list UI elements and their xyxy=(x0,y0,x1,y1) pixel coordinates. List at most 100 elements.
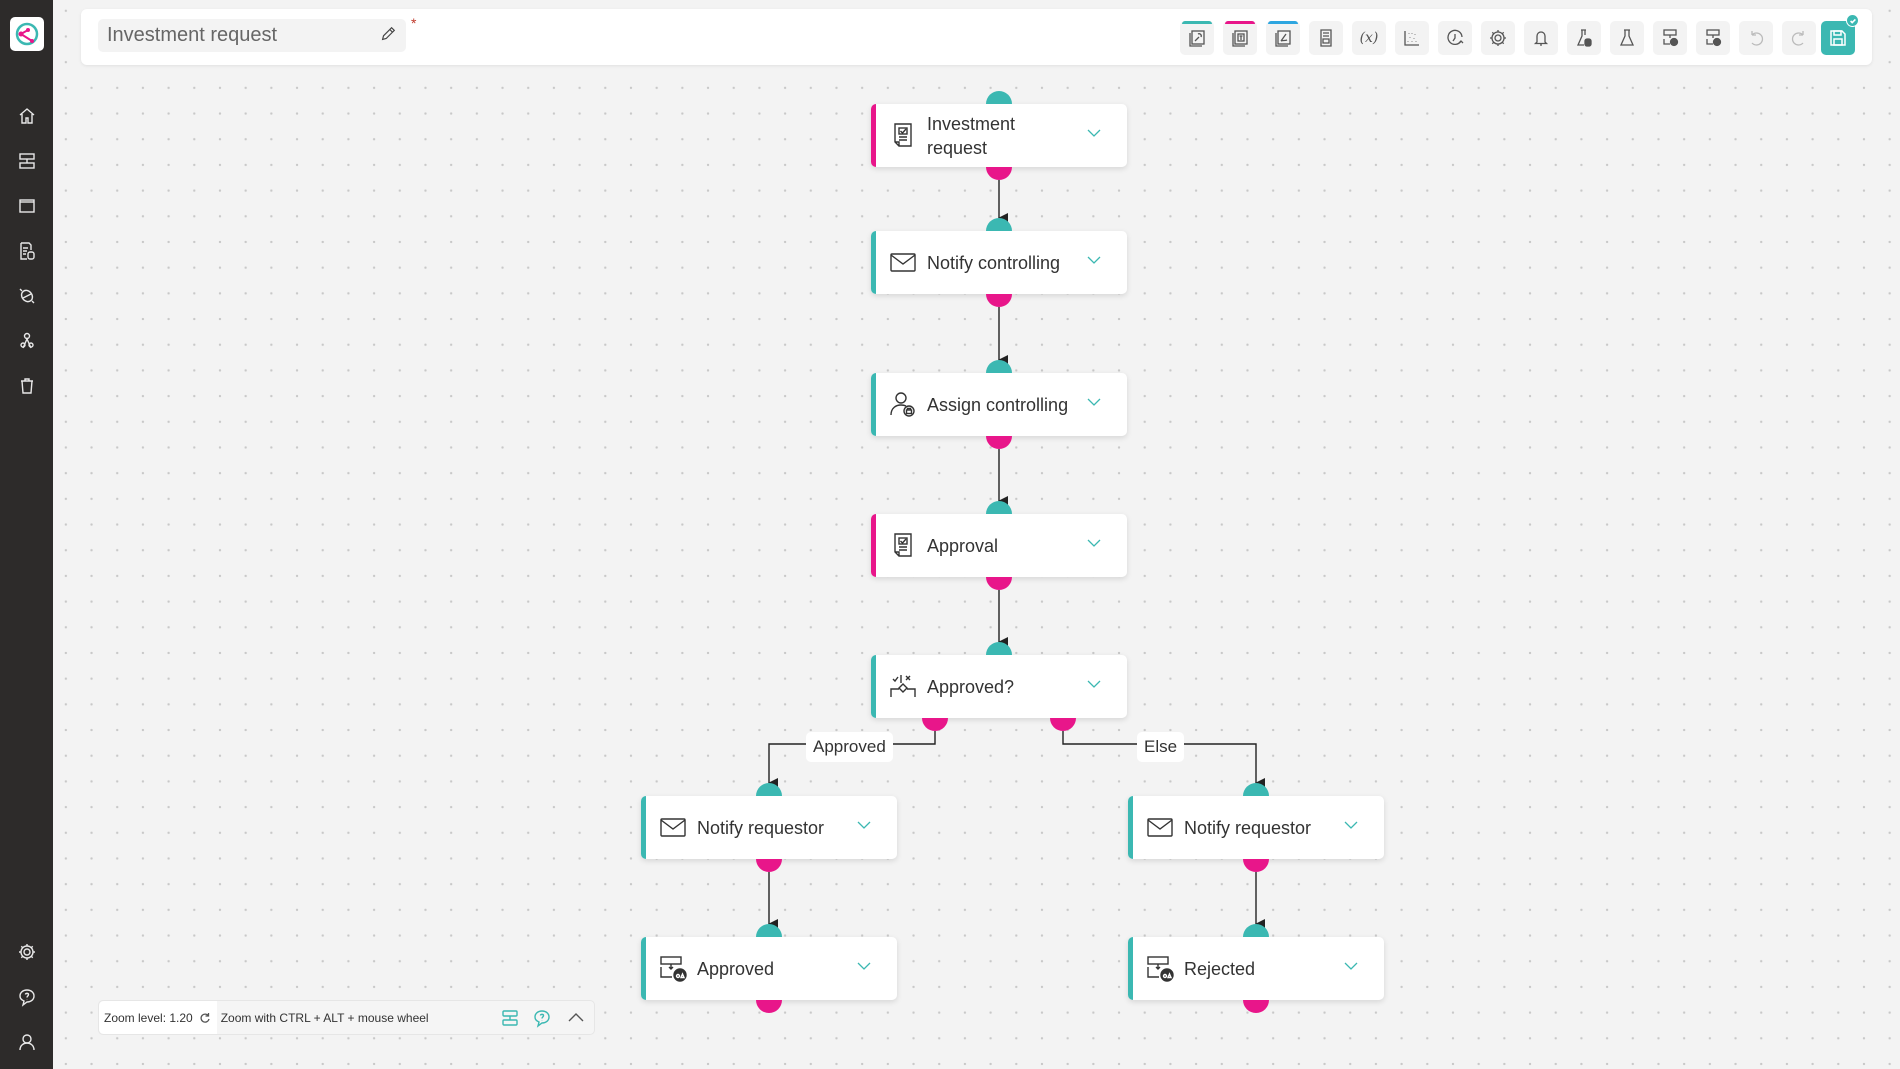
sidebar-item-processes[interactable] xyxy=(12,146,42,176)
app-logo[interactable] xyxy=(10,17,44,51)
node-type-bar xyxy=(871,514,876,577)
process-outline-button[interactable] xyxy=(500,1008,520,1028)
node-label: Assign controlling xyxy=(927,394,1069,415)
output-port-approved[interactable] xyxy=(922,718,948,731)
template-designer-button[interactable] xyxy=(1223,21,1257,55)
input-port[interactable] xyxy=(986,91,1012,104)
undo-button[interactable] xyxy=(1739,21,1773,55)
workflow-node-rejected-status[interactable]: Rejected xyxy=(1128,937,1384,1000)
output-port[interactable] xyxy=(756,1000,782,1013)
sidebar-item-trash[interactable] xyxy=(12,371,42,401)
input-port[interactable] xyxy=(1243,783,1269,796)
zoom-reset-button[interactable] xyxy=(199,1012,211,1024)
gear-icon xyxy=(19,944,35,960)
help-bubble-icon xyxy=(534,1010,550,1028)
output-port[interactable] xyxy=(1243,1000,1269,1013)
input-port[interactable] xyxy=(986,501,1012,514)
notifications-button[interactable] xyxy=(1524,21,1558,55)
chevron-down-icon[interactable] xyxy=(1085,251,1103,269)
redo-icon xyxy=(1791,31,1804,46)
sidebar-item-forms-db[interactable] xyxy=(12,236,42,266)
sidebar-item-integrations[interactable] xyxy=(12,281,42,311)
node-type-bar xyxy=(871,231,876,294)
form-designer-button[interactable] xyxy=(1180,21,1214,55)
status-icon xyxy=(1145,953,1175,983)
email-icon xyxy=(658,812,688,842)
node-type-bar xyxy=(1128,796,1133,859)
chevron-down-icon[interactable] xyxy=(855,816,873,834)
chevron-down-icon[interactable] xyxy=(1085,534,1103,552)
output-port[interactable] xyxy=(1243,859,1269,872)
help-bubble-icon xyxy=(19,989,35,1007)
output-port-else[interactable] xyxy=(1050,718,1076,731)
logo-icon xyxy=(15,22,39,46)
output-port[interactable] xyxy=(756,859,782,872)
input-port[interactable] xyxy=(1243,924,1269,937)
zoom-level-text: Zoom level: 1.20 xyxy=(104,1010,193,1025)
workflow-node-approved-decision[interactable]: Approved? xyxy=(871,655,1127,718)
node-type-bar xyxy=(1128,937,1133,1000)
input-port[interactable] xyxy=(986,360,1012,373)
settings-button[interactable] xyxy=(1481,21,1515,55)
sidebar-item-home[interactable] xyxy=(12,101,42,131)
chevron-down-icon[interactable] xyxy=(1085,393,1103,411)
variables-button[interactable]: (x) xyxy=(1352,21,1386,55)
chevron-down-icon[interactable] xyxy=(1342,816,1360,834)
sidebar-item-users[interactable] xyxy=(12,326,42,356)
edit-title-button[interactable] xyxy=(379,25,399,45)
clock-refresh-icon xyxy=(1447,29,1464,45)
output-port[interactable] xyxy=(986,167,1012,180)
output-port[interactable] xyxy=(986,577,1012,590)
sidebar-item-profile[interactable] xyxy=(12,1027,42,1057)
home-icon xyxy=(19,108,35,124)
sidebar-item-folders[interactable] xyxy=(12,191,42,221)
node-label: Rejected xyxy=(1184,958,1256,979)
node-type-bar xyxy=(871,373,876,436)
zoom-status-bar: Zoom level: 1.20 Zoom with CTRL + ALT + … xyxy=(98,1000,595,1035)
chevron-down-icon[interactable] xyxy=(1085,124,1103,142)
input-port[interactable] xyxy=(756,783,782,796)
workflow-node-investment-request[interactable]: Investment request xyxy=(871,104,1127,167)
workflow-node-assign-controlling[interactable]: Assign controlling xyxy=(871,373,1127,436)
redo-button[interactable] xyxy=(1782,21,1816,55)
active-indicator xyxy=(1182,21,1212,24)
collapse-bar-button[interactable] xyxy=(566,1008,586,1028)
process-icon xyxy=(502,1010,518,1026)
output-port[interactable] xyxy=(986,436,1012,449)
input-port[interactable] xyxy=(986,218,1012,231)
help-button[interactable] xyxy=(532,1008,552,1028)
test-button[interactable] xyxy=(1610,21,1644,55)
variables-icon: (x) xyxy=(1359,30,1379,46)
workflow-node-notify-requestor-else[interactable]: Notify requestor xyxy=(1128,796,1384,859)
input-port[interactable] xyxy=(986,642,1012,655)
chevron-down-icon[interactable] xyxy=(855,957,873,975)
workflow-node-notify-controlling[interactable]: Notify controlling xyxy=(871,231,1127,294)
signature-designer-button[interactable] xyxy=(1266,21,1300,55)
edge-label-else[interactable]: Else xyxy=(1137,732,1185,762)
input-port[interactable] xyxy=(756,924,782,937)
header-toolbar: Investment request * (x) xyxy=(81,9,1872,65)
run-report-2-button[interactable] xyxy=(1696,21,1730,55)
workflow-node-approval[interactable]: Approval xyxy=(871,514,1127,577)
document-button[interactable] xyxy=(1309,21,1343,55)
node-label: Approved? xyxy=(927,676,1015,697)
node-type-bar xyxy=(641,796,646,859)
chevron-up-icon xyxy=(568,1013,584,1022)
run-report-1-button[interactable] xyxy=(1653,21,1687,55)
output-port[interactable] xyxy=(986,294,1012,307)
data-scatter-button[interactable] xyxy=(1395,21,1429,55)
edge-label-approved[interactable]: Approved xyxy=(806,732,893,762)
sidebar-item-help[interactable] xyxy=(12,982,42,1012)
node-label: Notify controlling xyxy=(927,252,1061,273)
node-type-bar xyxy=(871,104,876,167)
schedule-button[interactable] xyxy=(1438,21,1472,55)
workflow-node-approved-status[interactable]: Approved xyxy=(641,937,897,1000)
chevron-down-icon[interactable] xyxy=(1085,675,1103,693)
test-data-button[interactable] xyxy=(1567,21,1601,55)
sidebar-item-settings[interactable] xyxy=(12,937,42,967)
workflow-node-notify-requestor-approved[interactable]: Notify requestor xyxy=(641,796,897,859)
flask-database-icon xyxy=(1576,29,1592,47)
process-title-input[interactable]: Investment request xyxy=(98,19,406,52)
gear-icon xyxy=(1490,30,1506,46)
chevron-down-icon[interactable] xyxy=(1342,957,1360,975)
